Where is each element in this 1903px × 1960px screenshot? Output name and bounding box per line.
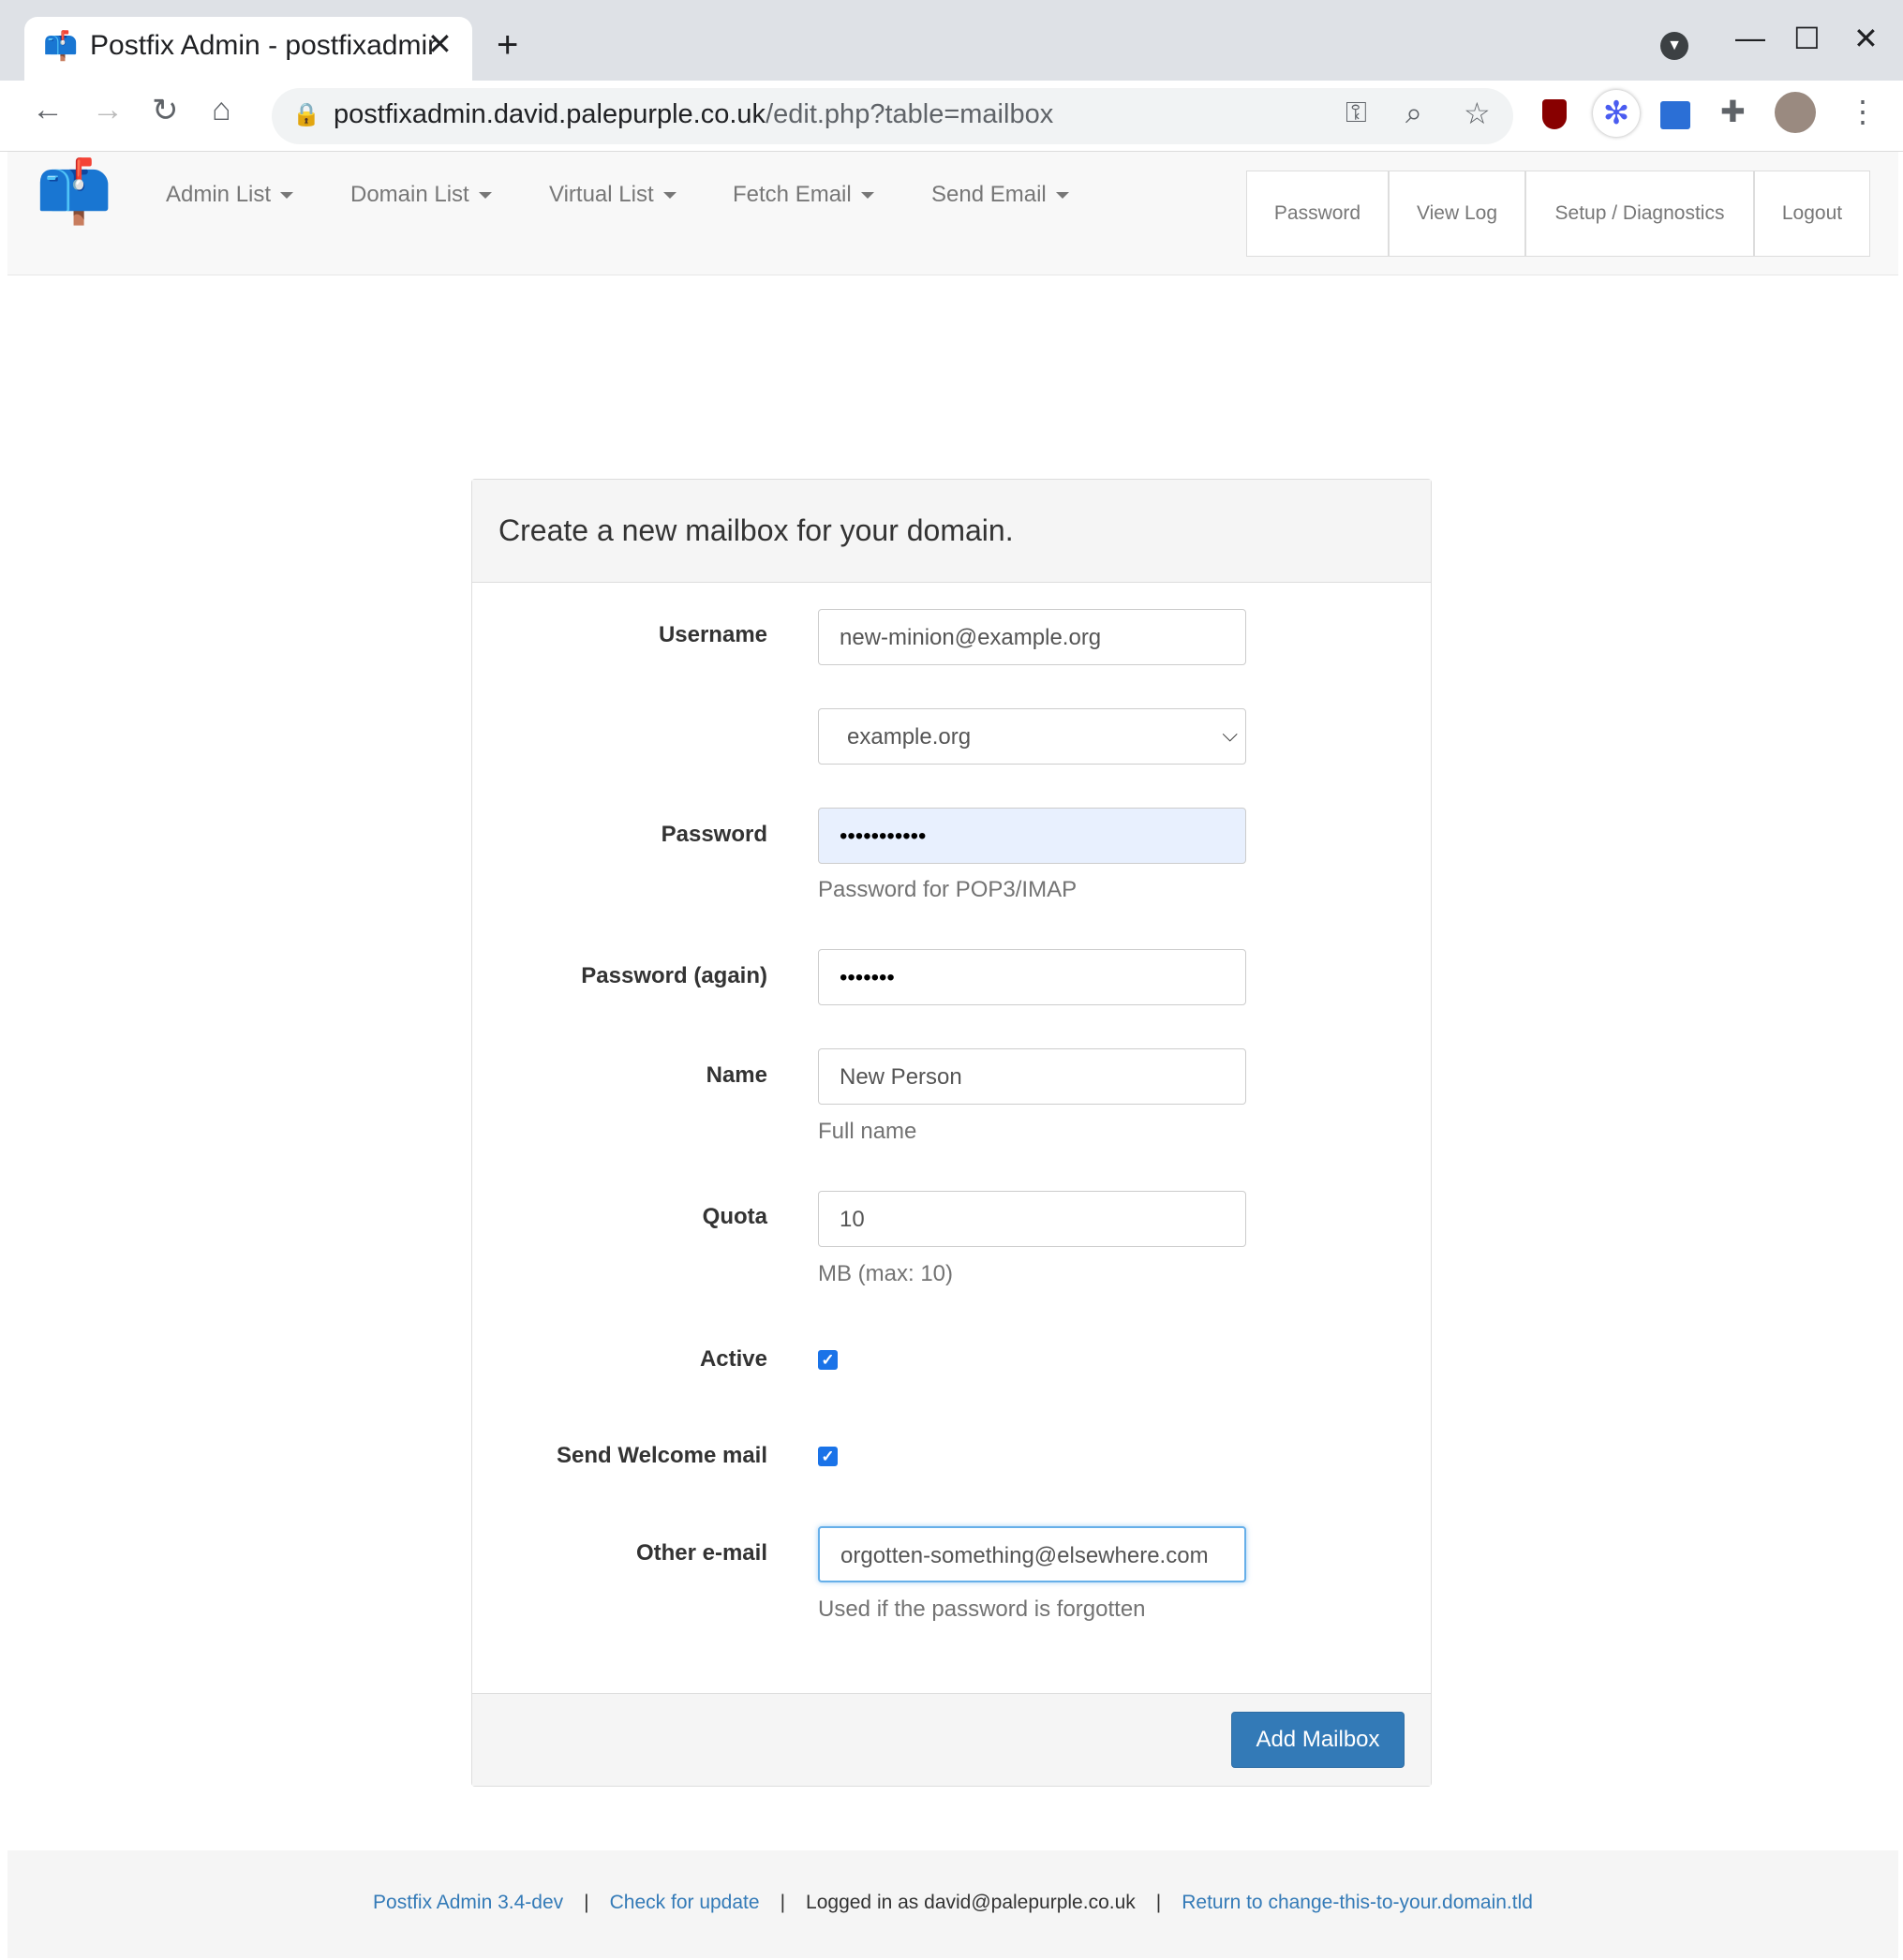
- other-email-input[interactable]: orgotten-something@elsewhere.com: [818, 1526, 1246, 1582]
- url-host: postfixadmin.david.palepurple.co.uk: [334, 99, 766, 129]
- username-input[interactable]: new-minion@example.org: [818, 609, 1246, 665]
- menu-admin-list[interactable]: Admin List: [166, 182, 293, 208]
- profile-avatar[interactable]: [1775, 92, 1816, 133]
- lock-icon: 🔒: [292, 102, 320, 127]
- tab-title: Postfix Admin - postfixadmin: [90, 30, 437, 61]
- active-label: Active: [699, 1346, 767, 1372]
- separator: |: [584, 1892, 589, 1913]
- check-update-link[interactable]: Check for update: [610, 1892, 760, 1913]
- url-path: /edit.php?table=mailbox: [766, 99, 1054, 129]
- maximize-icon[interactable]: ☐: [1793, 21, 1821, 56]
- close-tab-icon[interactable]: ✕: [427, 26, 453, 62]
- menu-domain-list[interactable]: Domain List: [350, 182, 492, 208]
- ublock-icon[interactable]: [1542, 99, 1567, 129]
- home-icon[interactable]: ⌂: [212, 92, 231, 128]
- address-bar[interactable]: 🔒 postfixadmin.david.palepurple.co.uk/ed…: [272, 88, 1513, 144]
- top-navbar: 📫 Admin List Domain List Virtual List Fe…: [7, 152, 1898, 275]
- password-button[interactable]: Password: [1246, 171, 1389, 257]
- label-column: Username Password Password (again) Name …: [472, 480, 767, 1698]
- bookmark-star-icon[interactable]: ☆: [1464, 96, 1491, 131]
- separator: |: [1155, 1892, 1162, 1913]
- logged-in-text: Logged in as david@palepurple.co.uk: [806, 1892, 1136, 1913]
- other-email-help: Used if the password is forgotten: [818, 1596, 1146, 1622]
- browser-tab[interactable]: 📫 Postfix Admin - postfixadmin ✕: [24, 17, 472, 81]
- return-link[interactable]: Return to change-this-to-your.domain.tld: [1182, 1892, 1533, 1913]
- close-window-icon[interactable]: ✕: [1853, 21, 1879, 56]
- create-mailbox-panel: Create a new mailbox for your domain. Us…: [471, 479, 1432, 1787]
- name-help: Full name: [818, 1119, 917, 1144]
- password-help: Password for POP3/IMAP: [818, 877, 1078, 902]
- minimize-icon[interactable]: —: [1735, 21, 1765, 55]
- quota-label: Quota: [702, 1204, 767, 1229]
- menu-virtual-list[interactable]: Virtual List: [549, 182, 676, 208]
- name-label: Name: [706, 1062, 767, 1088]
- chevron-down-icon: ⌵: [1222, 722, 1238, 746]
- logout-button[interactable]: Logout: [1754, 171, 1870, 257]
- extensions-puzzle-icon[interactable]: ✚: [1720, 94, 1746, 129]
- browser-tab-bar: 📫 Postfix Admin - postfixadmin ✕ + ▼ — ☐…: [0, 0, 1903, 81]
- password-label: Password: [661, 822, 767, 847]
- page-footer: Postfix Admin 3.4-dev | Check for update | L…: [7, 1850, 1898, 1958]
- back-icon[interactable]: ←: [32, 92, 64, 128]
- send-welcome-checkbox[interactable]: ✓: [818, 1447, 838, 1466]
- view-log-button[interactable]: View Log: [1389, 171, 1525, 257]
- domain-select[interactable]: example.org ⌵: [818, 708, 1246, 765]
- snowflake-extension-icon[interactable]: ✻: [1593, 90, 1640, 137]
- version-link[interactable]: Postfix Admin 3.4-dev: [373, 1892, 563, 1913]
- menu-send-email[interactable]: Send Email: [931, 182, 1069, 208]
- quota-input[interactable]: 10: [818, 1191, 1246, 1247]
- domain-select-value: example.org: [847, 724, 972, 750]
- menu-fetch-email[interactable]: Fetch Email: [733, 182, 874, 208]
- zoom-icon[interactable]: ⌕: [1405, 96, 1422, 131]
- mailbox-favicon-icon: 📫: [43, 31, 79, 62]
- panel-footer: Add Mailbox: [472, 1693, 1431, 1786]
- tab-search-icon[interactable]: ▼: [1660, 32, 1688, 60]
- separator: |: [780, 1892, 786, 1913]
- active-checkbox[interactable]: ✓: [818, 1350, 838, 1370]
- forward-icon[interactable]: →: [92, 92, 124, 128]
- setup-diagnostics-button[interactable]: Setup / Diagnostics: [1525, 171, 1754, 257]
- quota-help: MB (max: 10): [818, 1261, 954, 1286]
- url-text[interactable]: postfixadmin.david.palepurple.co.uk/edit…: [334, 99, 1053, 130]
- reload-icon[interactable]: ↻: [152, 92, 179, 129]
- postfixadmin-logo[interactable]: 📫: [36, 156, 112, 229]
- other-email-label: Other e-mail: [635, 1540, 767, 1566]
- send-welcome-label: Send Welcome mail: [557, 1443, 767, 1468]
- add-mailbox-button[interactable]: Add Mailbox: [1231, 1712, 1405, 1768]
- password-again-label: Password (again): [581, 963, 767, 988]
- browser-menu-icon[interactable]: ⋮: [1848, 94, 1878, 129]
- key-icon[interactable]: ⚿: [1345, 97, 1367, 129]
- name-input[interactable]: New Person: [818, 1048, 1246, 1105]
- username-label: Username: [658, 622, 767, 647]
- new-tab-icon[interactable]: +: [497, 24, 518, 67]
- browser-toolbar: ← → ↻ ⌂ 🔒 postfixadmin.david.palepurple.…: [0, 81, 1903, 152]
- password-again-input[interactable]: •••••••: [818, 949, 1246, 1005]
- blue-extension-icon[interactable]: [1660, 101, 1690, 129]
- password-input[interactable]: •••••••••••: [818, 808, 1246, 864]
